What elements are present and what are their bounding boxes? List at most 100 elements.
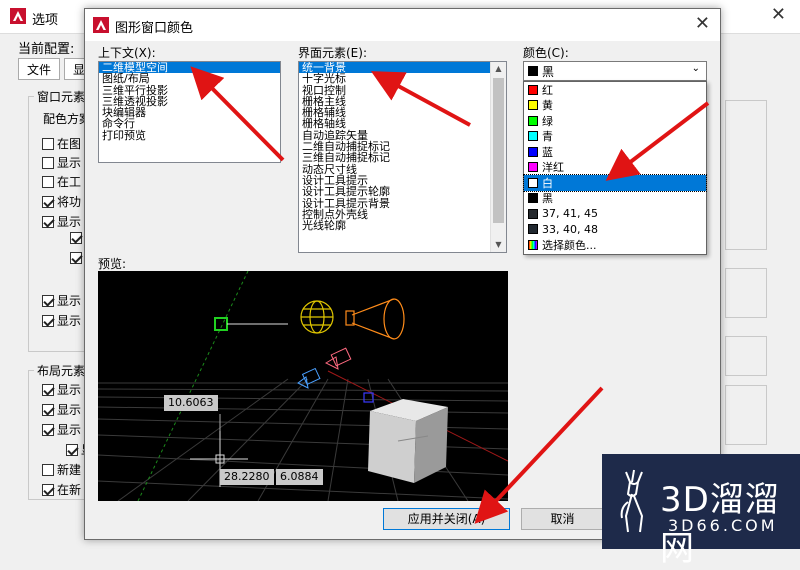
color-select[interactable]: 黑 ⌄: [523, 61, 707, 81]
element-item[interactable]: 三维自动捕捉标记: [299, 152, 506, 164]
apply-and-close-button[interactable]: 应用并关闭(A): [383, 508, 510, 530]
color-option[interactable]: 洋红: [524, 160, 706, 176]
window-elements-label: 窗口元素: [34, 88, 89, 105]
bg-checkbox[interactable]: 将功: [42, 193, 81, 210]
bg-checkbox[interactable]: 在新: [42, 481, 81, 498]
element-item[interactable]: 十字光标: [299, 73, 506, 85]
context-item[interactable]: 打印预览: [99, 129, 280, 141]
checkbox[interactable]: [42, 383, 54, 396]
watermark-url: 3D66.COM: [668, 516, 778, 535]
element-item[interactable]: 设计工具提示轮廓: [299, 186, 506, 198]
color-swatch: [528, 84, 538, 95]
color-swatch: [528, 162, 538, 173]
close-icon[interactable]: ✕: [695, 13, 710, 34]
green-grip-icon: [214, 317, 228, 331]
color-swatch: [528, 100, 538, 111]
color-option[interactable]: 蓝: [524, 144, 706, 160]
checkbox[interactable]: [42, 294, 54, 307]
color-swatch: [528, 66, 538, 76]
autocad-logo-icon: [10, 8, 26, 24]
checkbox[interactable]: [42, 137, 54, 150]
bg-checkbox[interactable]: 在图: [42, 135, 81, 152]
cube-shape: [368, 399, 448, 483]
context-list[interactable]: 二维模型空间 图纸/布局 三维平行投影 三维透视投影 块编辑器 命令行 打印预览: [98, 61, 281, 163]
color-swatch: [528, 193, 538, 204]
bg-checkbox[interactable]: 显示: [42, 421, 81, 438]
color-swatch: [528, 146, 538, 157]
tab-files[interactable]: 文件: [18, 58, 61, 80]
scroll-up-icon[interactable]: ▲: [491, 62, 506, 76]
green-axis-line: [137, 271, 249, 501]
current-config-label: 当前配置:: [18, 42, 75, 57]
element-list[interactable]: 统一背景 十字光标 视口控制 栅格主线 栅格辅线 栅格轴线 自动追踪矢量 二维自…: [298, 61, 507, 253]
bg-right-group: [725, 336, 767, 376]
bg-subcheckbox[interactable]: [70, 232, 82, 244]
color-option[interactable]: 黄: [524, 98, 706, 114]
autocad-logo-icon: [93, 17, 109, 33]
cancel-button[interactable]: 取消: [521, 508, 604, 530]
dimension-tooltip: 10.6063: [164, 395, 218, 411]
color-option[interactable]: 青: [524, 129, 706, 145]
bg-checkbox[interactable]: 显示: [42, 292, 81, 309]
color-option[interactable]: 37, 41, 45: [524, 206, 706, 222]
bg-checkbox[interactable]: 显示: [42, 401, 81, 418]
color-option[interactable]: 绿: [524, 113, 706, 129]
bg-checkbox[interactable]: 新建: [42, 461, 81, 478]
bg-right-group: [725, 100, 767, 250]
element-item[interactable]: 光线轮廓: [299, 220, 506, 232]
context-label: 上下文(X):: [98, 46, 156, 60]
checkbox[interactable]: [42, 314, 54, 327]
color-swatch: [528, 208, 538, 219]
layout-elements-label: 布局元素: [34, 362, 89, 379]
color-swatch: [528, 131, 538, 142]
dialog-titlebar: 图形窗口颜色 ✕: [85, 9, 720, 41]
bg-right-group: [725, 385, 767, 445]
bg-right-group: [725, 268, 767, 318]
bg-checkbox[interactable]: 显示: [42, 154, 81, 171]
scroll-thumb[interactable]: [493, 78, 504, 223]
dialog-title: 图形窗口颜色: [115, 21, 194, 36]
color-option[interactable]: 红: [524, 82, 706, 98]
scroll-down-icon[interactable]: ▼: [491, 238, 506, 252]
deer-logo-icon: [620, 469, 644, 533]
context-item[interactable]: 图纸/布局: [99, 73, 280, 85]
bg-checkbox[interactable]: 显示: [42, 312, 81, 329]
preview-scene: [98, 271, 508, 501]
preview-label: 预览:: [98, 257, 127, 271]
checkbox[interactable]: [42, 175, 54, 188]
close-icon[interactable]: ✕: [771, 4, 786, 25]
color-swatch: [528, 115, 538, 126]
dimension-tooltip: 6.0884: [276, 469, 323, 485]
checkbox[interactable]: [70, 252, 82, 264]
color-option[interactable]: 选择颜色...: [524, 237, 706, 253]
checkbox[interactable]: [42, 483, 54, 496]
globe-icon: [300, 300, 334, 334]
camera-icon: [324, 347, 352, 370]
preview-canvas: 10.6063 28.2280 6.0884: [98, 271, 508, 501]
checkbox[interactable]: [42, 403, 54, 416]
bg-subcheckbox[interactable]: [70, 252, 82, 264]
bg-checkbox[interactable]: 显示: [42, 213, 81, 230]
checkbox[interactable]: [42, 423, 54, 436]
color-option[interactable]: 黑: [524, 191, 706, 207]
chevron-down-icon[interactable]: ⌄: [692, 63, 700, 74]
bg-checkbox[interactable]: 在工: [42, 173, 81, 190]
checkbox[interactable]: [42, 156, 54, 169]
color-option-selected[interactable]: 白: [523, 174, 707, 192]
color-option[interactable]: 33, 40, 48: [524, 222, 706, 238]
checkbox[interactable]: [42, 195, 54, 208]
checkbox[interactable]: [42, 215, 54, 228]
palette-icon: [528, 239, 538, 250]
checkbox[interactable]: [70, 232, 82, 244]
checkbox[interactable]: [66, 443, 78, 456]
options-title: 选项: [32, 13, 59, 28]
bg-checkbox[interactable]: 显示: [42, 381, 81, 398]
element-label: 界面元素(E):: [298, 46, 367, 60]
camera-icon: [297, 367, 321, 389]
color-select-value: 黑: [542, 64, 555, 79]
checkbox[interactable]: [42, 463, 54, 476]
color-swatch: [528, 224, 538, 235]
element-list-scrollbar[interactable]: ▲ ▼: [490, 62, 506, 252]
dimension-tooltip: 28.2280: [220, 469, 274, 485]
color-dropdown-list[interactable]: 红 黄 绿 青 蓝 洋红 白 黑 37, 41, 45 33, 40, 48 选…: [523, 81, 707, 255]
